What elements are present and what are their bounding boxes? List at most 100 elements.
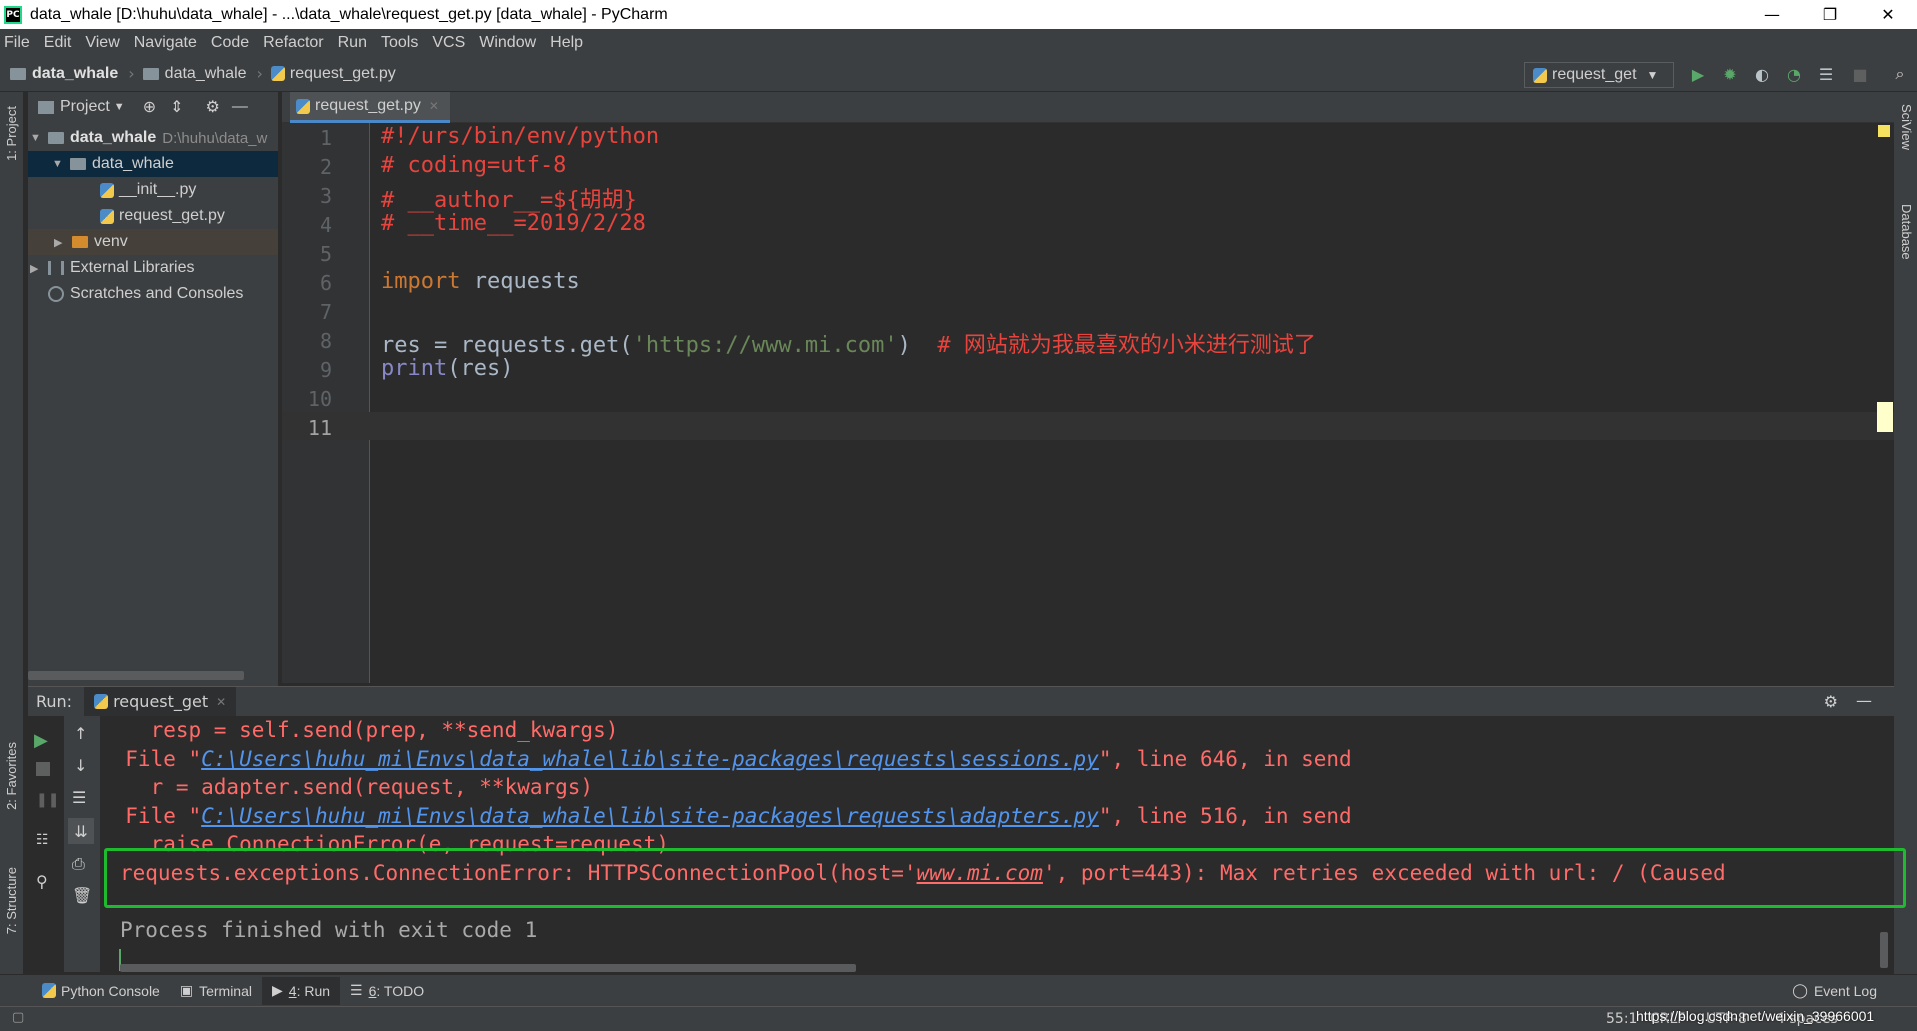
structure-tool-button[interactable]: 7: Structure xyxy=(4,867,19,934)
editor-tab-label: request_get.py xyxy=(315,97,421,114)
tree-node-external-libraries[interactable]: ▶ External Libraries xyxy=(30,255,195,281)
tree-node-request-get-py[interactable]: request_get.py xyxy=(100,203,225,229)
code-editor[interactable]: #!/urs/bin/env/python # coding=utf-8 # _… xyxy=(371,123,1894,683)
menu-refactor[interactable]: Refactor xyxy=(263,34,323,52)
run-configuration-dropdown[interactable]: request_get ▼ xyxy=(1524,62,1674,88)
line-number: 8 xyxy=(319,329,332,353)
editor-tab-request-get[interactable]: request_get.py ✕ xyxy=(290,92,450,123)
console-text: File " xyxy=(100,747,202,771)
gear-icon[interactable]: ⚙ xyxy=(1824,692,1838,711)
pycharm-app-icon: PC xyxy=(4,5,22,24)
caret-position[interactable]: 55:1 xyxy=(1606,1011,1637,1027)
folder-icon xyxy=(72,236,88,248)
close-tab-icon[interactable]: ✕ xyxy=(216,695,226,709)
menu-edit[interactable]: Edit xyxy=(44,34,72,52)
profile-icon[interactable]: ◔ xyxy=(1784,64,1804,84)
soft-wrap-icon[interactable]: ☰ xyxy=(72,788,86,807)
menu-vcs[interactable]: VCS xyxy=(432,34,465,52)
line-number: 7 xyxy=(319,300,332,324)
run-console-output[interactable]: resp = self.send(prep, **send_kwargs) Fi… xyxy=(100,716,1894,972)
concurrency-icon[interactable]: ☰ xyxy=(1816,64,1836,84)
gear-icon[interactable]: ⚙ xyxy=(206,97,220,117)
locate-icon[interactable]: ⊕ xyxy=(143,97,156,117)
menu-file[interactable]: File xyxy=(4,34,30,52)
breadcrumb-root[interactable]: data_whale xyxy=(10,65,118,83)
restore-button[interactable]: ❐ xyxy=(1801,0,1859,29)
code-token: (res) xyxy=(447,356,514,381)
title-bar: PC data_whale [D:\huhu\data_whale] - ...… xyxy=(0,0,1917,29)
python-file-icon xyxy=(100,208,114,224)
layout-icon[interactable]: ☷ xyxy=(36,832,49,848)
project-view-selector[interactable]: Project xyxy=(60,98,110,116)
tree-node-init-py[interactable]: __init__.py xyxy=(100,177,196,203)
code-line: # __time__=2019/2/28 xyxy=(381,211,646,236)
menu-navigate[interactable]: Navigate xyxy=(134,34,197,52)
folder-icon xyxy=(142,67,159,80)
event-log-tab[interactable]: ◯ Event Log xyxy=(1782,977,1887,1005)
tree-node-root[interactable]: ▼ data_whale D:\huhu\data_w xyxy=(30,125,278,151)
code-token: res = requests.get( xyxy=(381,333,633,358)
toggle-tool-windows-icon[interactable]: ▢ xyxy=(12,1010,24,1025)
console-vertical-scrollbar[interactable] xyxy=(1880,932,1888,968)
project-tool-button[interactable]: 1: Project xyxy=(4,106,19,161)
chevron-right-icon: ▶ xyxy=(54,236,63,249)
bottom-tool-tabs: Python Console ▣ Terminal ▶ 4: Run ☰ 6: … xyxy=(0,974,1917,1006)
scroll-to-end-icon[interactable]: ⇊ xyxy=(68,818,94,844)
terminal-tab[interactable]: ▣ Terminal xyxy=(170,977,262,1005)
stop-icon[interactable]: ■ xyxy=(1850,64,1870,84)
rerun-icon[interactable]: ▶ xyxy=(34,730,48,751)
breadcrumb-folder[interactable]: data_whale xyxy=(142,65,247,83)
pause-icon[interactable]: ❚❚ xyxy=(36,792,59,808)
minimize-button[interactable]: — xyxy=(1743,0,1801,29)
file-link[interactable]: C:\Users\huhu_mi\Envs\data_whale\lib\sit… xyxy=(201,747,1099,771)
trash-icon[interactable]: 🗑 xyxy=(72,886,92,905)
close-button[interactable]: ✕ xyxy=(1859,0,1917,29)
coverage-icon[interactable]: ◐ xyxy=(1752,64,1772,84)
todo-tab[interactable]: ☰ 6: TODO xyxy=(340,977,434,1005)
project-tree: ▼ data_whale D:\huhu\data_w ▼ data_whale… xyxy=(28,122,278,686)
down-arrow-icon[interactable]: ↓ xyxy=(74,756,87,775)
run-tool-tab[interactable]: ▶ 4: Run xyxy=(261,976,341,1005)
menu-window[interactable]: Window xyxy=(479,34,536,52)
line-number: 4 xyxy=(319,213,332,237)
breadcrumb-file[interactable]: request_get.py xyxy=(270,64,396,83)
stop-icon[interactable] xyxy=(36,762,50,776)
menu-bar: File Edit View Navigate Code Refactor Ru… xyxy=(0,29,1917,56)
database-tool-button[interactable]: Database xyxy=(1899,204,1914,260)
project-horizontal-scrollbar[interactable] xyxy=(28,671,244,680)
breadcrumb-file-label: request_get.py xyxy=(289,64,396,82)
hide-panel-icon[interactable]: — xyxy=(232,98,248,116)
tree-node-scratches[interactable]: Scratches and Consoles xyxy=(48,281,243,307)
close-tab-icon[interactable]: ✕ xyxy=(429,99,439,113)
menu-code[interactable]: Code xyxy=(211,34,249,52)
debug-icon[interactable]: ✹ xyxy=(1720,64,1740,84)
tree-node-data-whale[interactable]: ▼ data_whale xyxy=(28,151,278,177)
python-console-tab[interactable]: Python Console xyxy=(32,977,170,1005)
python-file-icon xyxy=(94,694,109,709)
string-token: 'https://www.mi.com' xyxy=(632,333,898,358)
line-number: 6 xyxy=(319,271,332,295)
up-arrow-icon[interactable]: ↑ xyxy=(74,724,87,743)
run-icon[interactable]: ▶ xyxy=(1688,64,1708,84)
run-tab-request-get[interactable]: request_get ✕ xyxy=(84,686,237,717)
print-icon[interactable]: ⎙ xyxy=(72,854,85,874)
pin-icon[interactable]: ⚲ xyxy=(36,872,48,891)
code-token: requests xyxy=(460,269,580,294)
menu-tools[interactable]: Tools xyxy=(381,34,418,52)
collapse-all-icon[interactable]: ⇕ xyxy=(170,97,183,117)
search-icon[interactable]: ⌕ xyxy=(1890,64,1910,84)
tree-node-venv[interactable]: ▶ venv xyxy=(28,229,278,255)
sciview-tool-button[interactable]: SciView xyxy=(1899,104,1914,150)
favorites-tool-button[interactable]: 2: Favorites xyxy=(4,742,19,810)
event-log-icon: ◯ xyxy=(1792,982,1808,998)
menu-view[interactable]: View xyxy=(85,34,119,52)
menu-help[interactable]: Help xyxy=(550,34,583,52)
scratches-icon xyxy=(48,286,64,302)
comment-token: # 网站就为我最喜欢的小米进行测试了 xyxy=(937,333,1316,358)
console-horizontal-scrollbar[interactable] xyxy=(120,964,856,972)
menu-run[interactable]: Run xyxy=(338,34,367,52)
analysis-status-marker[interactable] xyxy=(1878,125,1890,137)
file-link[interactable]: C:\Users\huhu_mi\Envs\data_whale\lib\sit… xyxy=(201,804,1099,828)
hide-panel-icon[interactable]: — xyxy=(1856,691,1872,710)
editor-tab-bar xyxy=(282,92,1894,123)
